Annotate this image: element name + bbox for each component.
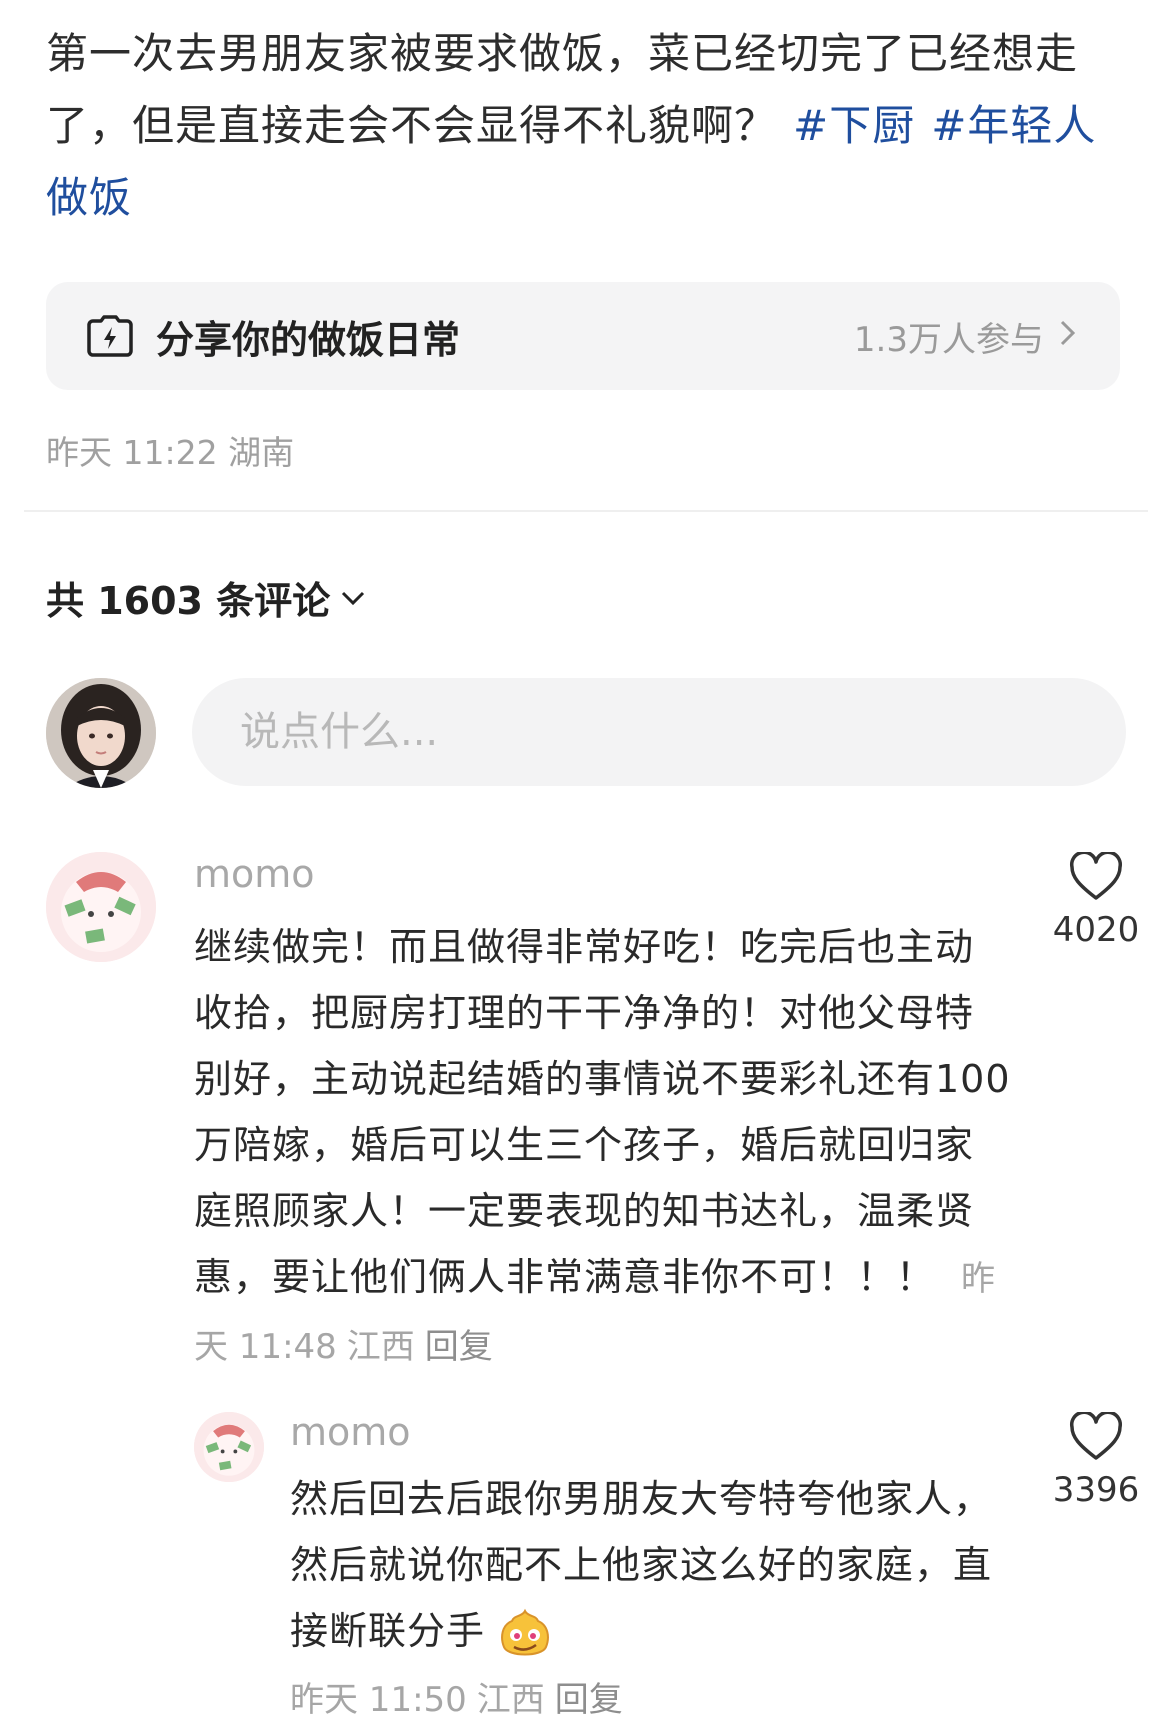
- comment-location: 江西: [476, 1680, 545, 1720]
- post-time: 昨天 11:22: [46, 433, 218, 472]
- smirk-emoji-icon: [498, 1607, 552, 1661]
- topic-title: 分享你的做饭日常: [156, 317, 461, 362]
- post-text: 第一次去男朋友家被要求做饭，菜已经切完了已经想走了，但是直接走会不会显得不礼貌啊…: [46, 18, 1136, 234]
- heart-icon: [1070, 852, 1122, 900]
- like-button[interactable]: 3396: [1036, 1412, 1156, 1510]
- post-body: 第一次去男朋友家被要求做饭，菜已经切完了已经想走了，但是直接走会不会显得不礼貌啊…: [46, 29, 1079, 150]
- comment-username[interactable]: momo: [290, 1410, 411, 1454]
- heart-icon: [1070, 1412, 1122, 1460]
- comment-time: 昨天 11:50: [290, 1680, 467, 1720]
- post-location: 湖南: [228, 433, 295, 472]
- current-user-avatar[interactable]: [46, 678, 156, 788]
- camera-lightning-icon: [86, 312, 134, 360]
- avatar[interactable]: [194, 1412, 264, 1482]
- reply-button[interactable]: 回复: [425, 1327, 493, 1367]
- like-count: 3396: [1052, 1470, 1140, 1510]
- chevron-down-icon: [340, 580, 366, 615]
- comment-content: 然后回去后跟你男朋友大夸特夸他家人，然后就说你配不上他家这么好的家庭，直接断联分…: [290, 1477, 993, 1653]
- comment-text: 然后回去后跟你男朋友大夸特夸他家人，然后就说你配不上他家这么好的家庭，直接断联分…: [290, 1466, 1010, 1664]
- comment-input[interactable]: [192, 678, 1126, 786]
- chevron-right-icon: [1058, 316, 1078, 357]
- avatar[interactable]: [46, 852, 156, 962]
- hashtag-link[interactable]: #下厨: [793, 101, 915, 150]
- divider: [24, 510, 1148, 512]
- like-button[interactable]: 4020: [1036, 852, 1156, 950]
- like-count: 4020: [1052, 910, 1140, 950]
- comment-text: 继续做完！而且做得非常好吃！吃完后也主动收拾，把厨房打理的干干净净的！对他父母特…: [194, 914, 1012, 1380]
- reply-button[interactable]: 回复: [555, 1680, 623, 1720]
- comment-meta: 昨天 11:50 江西 回复: [290, 1672, 633, 1721]
- comment-count-label: 共 1603 条评论: [46, 579, 331, 623]
- comment-content: 继续做完！而且做得非常好吃！吃完后也主动收拾，把厨房打理的干干净净的！对他父母特…: [194, 925, 1011, 1299]
- topic-participants: 1.3万人参与: [853, 319, 1044, 360]
- post-meta: 昨天 11:22 湖南: [46, 426, 294, 474]
- comment-location: 江西: [346, 1327, 415, 1367]
- comment-count-sort[interactable]: 共 1603 条评论: [46, 570, 366, 625]
- topic-card[interactable]: 分享你的做饭日常 1.3万人参与: [46, 282, 1120, 390]
- comment-username[interactable]: momo: [194, 852, 315, 896]
